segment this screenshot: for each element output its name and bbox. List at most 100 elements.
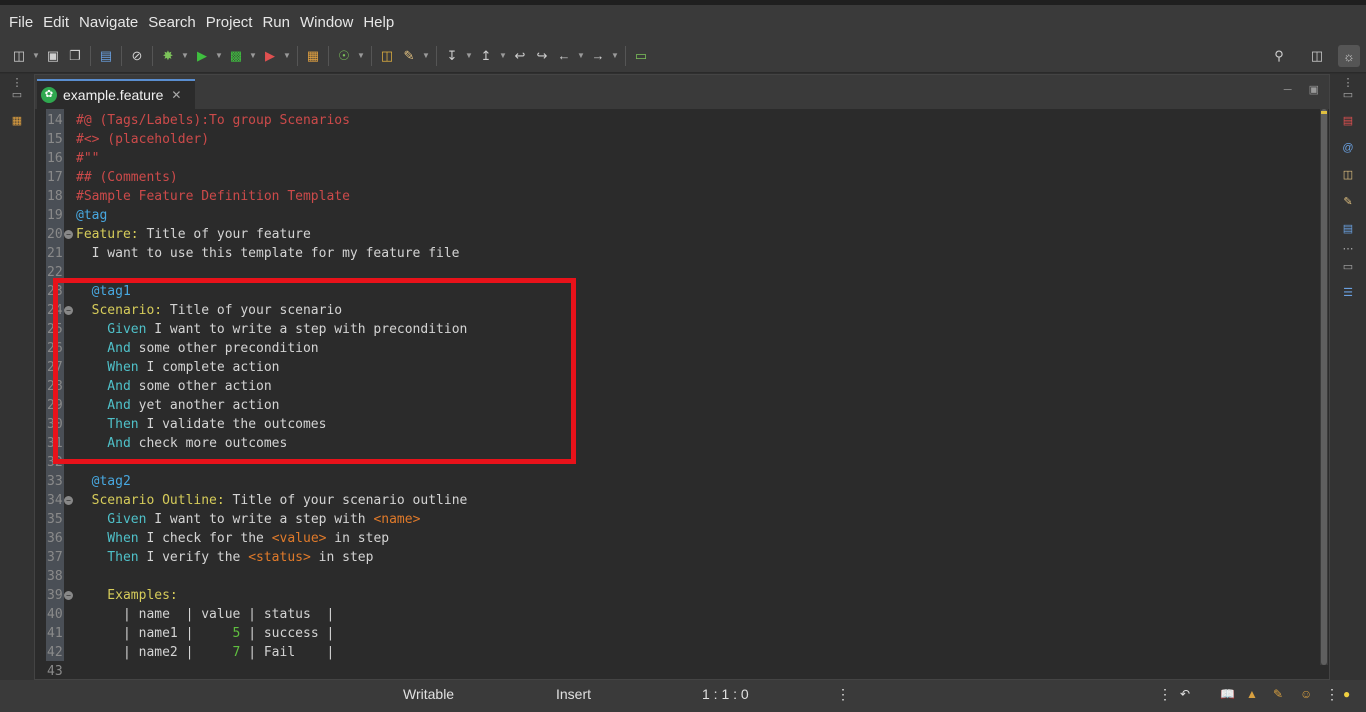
code-line[interactable]: 25 Given I want to write a step with pre… — [35, 320, 1315, 339]
code-line[interactable]: 29 And yet another action — [35, 396, 1315, 415]
search-icon[interactable]: ⚲ — [1268, 45, 1290, 67]
terminal-icon[interactable]: ▤ — [95, 45, 117, 67]
menu-run[interactable]: Run — [257, 14, 295, 31]
fold-toggle-icon[interactable]: − — [64, 591, 73, 600]
menu-help[interactable]: Help — [358, 14, 399, 31]
code-line[interactable]: 26 And some other precondition — [35, 339, 1315, 358]
new-class-icon[interactable]: ☉ — [333, 45, 355, 67]
fold-toggle-icon[interactable]: − — [64, 306, 73, 315]
last-edit-location-icon[interactable]: ↩ — [509, 45, 531, 67]
save-all-icon[interactable]: ❐ — [64, 45, 86, 67]
code-line[interactable]: 27 When I complete action — [35, 358, 1315, 377]
more-dots-icon[interactable]: ⋮ — [1158, 686, 1172, 703]
code-line[interactable]: 15 #<> (placeholder) — [35, 130, 1315, 149]
new-icon[interactable]: ◫ — [8, 45, 30, 67]
code-line[interactable]: 16 #"" — [35, 149, 1315, 168]
maximize-icon[interactable]: ▣ — [1309, 84, 1319, 96]
menu-navigate[interactable]: Navigate — [74, 14, 143, 31]
code-line[interactable]: 20− Feature: Title of your feature — [35, 225, 1315, 244]
chevron-down-icon[interactable]: ▼ — [463, 45, 475, 67]
chevron-down-icon[interactable]: ▼ — [609, 45, 621, 67]
code-line[interactable]: 35 Given I want to write a step with <na… — [35, 510, 1315, 529]
code-line[interactable]: 18 #Sample Feature Definition Template — [35, 187, 1315, 206]
menu-file[interactable]: File — [4, 14, 38, 31]
package-explorer-icon[interactable]: ▦ — [10, 114, 24, 128]
task-list-icon[interactable]: ▤ — [1341, 114, 1355, 128]
skip-breakpoints-icon[interactable]: ⊘ — [126, 45, 148, 67]
code-line[interactable]: 39− Examples: — [35, 586, 1315, 605]
code-line[interactable]: 28 And some other action — [35, 377, 1315, 396]
learn-icon[interactable]: ▲ — [1246, 687, 1258, 701]
code-line[interactable]: 19 @tag — [35, 206, 1315, 225]
code-line[interactable]: 43 — [35, 662, 1315, 675]
code-line[interactable]: 37 Then I verify the <status> in step — [35, 548, 1315, 567]
minimize-icon[interactable]: ─ — [1284, 84, 1292, 96]
back-arrow-icon[interactable]: ← — [553, 45, 575, 67]
close-icon[interactable]: ✕ — [171, 88, 181, 102]
code-line[interactable]: 17 ## (Comments) — [35, 168, 1315, 187]
next-annotation-icon[interactable]: ↧ — [441, 45, 463, 67]
code-line[interactable]: 41 | name1 | 5 | success | — [35, 624, 1315, 643]
code-line[interactable]: 38 — [35, 567, 1315, 586]
code-line[interactable]: 31 And check more outcomes — [35, 434, 1315, 453]
menu-window[interactable]: Window — [295, 14, 358, 31]
code-line[interactable]: 24− Scenario: Title of your scenario — [35, 301, 1315, 320]
open-type-icon[interactable]: ◫ — [376, 45, 398, 67]
forward-edit-icon[interactable]: ↪ — [531, 45, 553, 67]
overview-ruler-marker[interactable] — [1321, 111, 1327, 114]
more-dots-icon[interactable]: ⋮ — [836, 686, 850, 703]
code-line[interactable]: 22 — [35, 263, 1315, 282]
pin-editor-icon[interactable]: ▭ — [630, 45, 652, 67]
menu-search[interactable]: Search — [143, 14, 201, 31]
chevron-down-icon[interactable]: ▼ — [575, 45, 587, 67]
code-editor[interactable]: 14 #@ (Tags/Labels):To group Scenarios 15 #… — [35, 109, 1329, 675]
restore-icon[interactable]: ▭ — [1341, 260, 1355, 274]
console-icon[interactable]: ▤ — [1341, 222, 1355, 236]
menu-project[interactable]: Project — [201, 14, 258, 31]
code-line[interactable]: 32 — [35, 453, 1315, 472]
chevron-down-icon[interactable]: ▼ — [247, 45, 259, 67]
chevron-down-icon[interactable]: ▼ — [355, 45, 367, 67]
forward-arrow-icon[interactable]: → — [587, 45, 609, 67]
more-dots-icon[interactable]: ⋮ — [1325, 686, 1339, 703]
previous-annotation-icon[interactable]: ↥ — [475, 45, 497, 67]
chevron-down-icon[interactable]: ▼ — [281, 45, 293, 67]
chevron-down-icon[interactable]: ▼ — [497, 45, 509, 67]
new-package-icon[interactable]: ▦ — [302, 45, 324, 67]
code-line[interactable]: 42 | name2 | 7 | Fail | — [35, 643, 1315, 662]
chevron-down-icon[interactable]: ▼ — [420, 45, 432, 67]
chevron-down-icon[interactable]: ▼ — [30, 45, 42, 67]
tab-example-feature[interactable]: ✿ example.feature ✕ — [37, 79, 195, 109]
highlighter-icon[interactable]: ✎ — [398, 45, 420, 67]
perspective-java-icon[interactable]: ☼ — [1338, 45, 1360, 67]
code-line[interactable]: 23 @tag1 — [35, 282, 1315, 301]
menu-edit[interactable]: Edit — [38, 14, 74, 31]
run-icon[interactable]: ▶ — [191, 45, 213, 67]
fold-toggle-icon[interactable]: − — [64, 230, 73, 239]
code-line[interactable]: 36 When I check for the <value> in step — [35, 529, 1315, 548]
chevron-down-icon[interactable]: ▼ — [213, 45, 225, 67]
external-tools-icon[interactable]: ▶ — [259, 45, 281, 67]
code-line[interactable]: 33 @tag2 — [35, 472, 1315, 491]
status-insert-mode[interactable]: Insert — [556, 686, 591, 702]
highlighter-icon[interactable]: ✎ — [1341, 195, 1355, 209]
undo-history-icon[interactable]: ↶ — [1180, 687, 1190, 701]
chevron-down-icon[interactable]: ▼ — [179, 45, 191, 67]
open-perspective-icon[interactable]: ◫ — [1306, 45, 1328, 67]
javadoc-icon[interactable]: @ — [1341, 141, 1355, 155]
declaration-icon[interactable]: ◫ — [1341, 168, 1355, 182]
vertical-scrollbar[interactable] — [1320, 109, 1328, 665]
code-line[interactable]: 14 #@ (Tags/Labels):To group Scenarios — [35, 111, 1315, 130]
outline-icon[interactable]: ☰ — [1341, 286, 1355, 300]
restore-icon[interactable]: ▭ — [1341, 88, 1355, 102]
coverage-icon[interactable]: ▩ — [225, 45, 247, 67]
book-icon[interactable]: 📖 — [1220, 687, 1235, 701]
code-line[interactable]: 21 I want to use this template for my fe… — [35, 244, 1315, 263]
code-line[interactable]: 30 Then I validate the outcomes — [35, 415, 1315, 434]
debug-icon[interactable]: ✸ — [157, 45, 179, 67]
fold-toggle-icon[interactable]: − — [64, 496, 73, 505]
wand-icon[interactable]: ✎ — [1273, 687, 1283, 701]
smiley-icon[interactable]: ☺ — [1300, 687, 1312, 701]
scrollbar-thumb[interactable] — [1321, 109, 1327, 665]
code-line[interactable]: 34− Scenario Outline: Title of your scen… — [35, 491, 1315, 510]
